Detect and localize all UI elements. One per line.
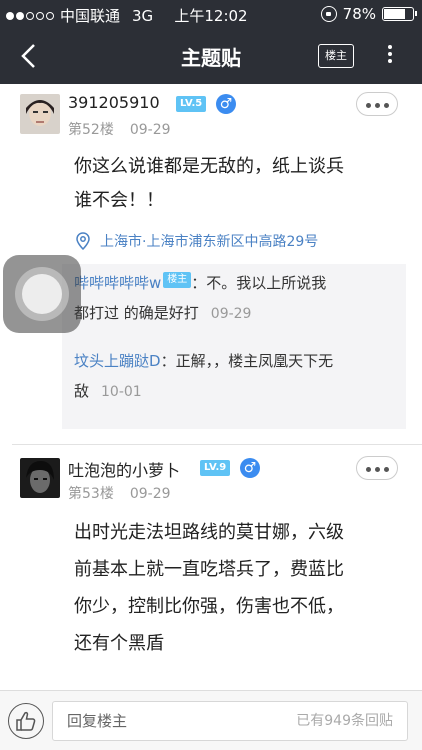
op-only-button[interactable]: 楼主 [318,44,354,68]
status-right: 78% [320,5,417,23]
op-tag: 楼主 [163,272,192,288]
location-text: 上海市·上海市浦东新区中高路29号 [100,234,319,250]
sub-reply-author[interactable]: 坟头上蹦跶D [74,352,161,370]
floor-number: 第53楼 [68,486,114,502]
post-body: 你这么说谁都是无敌的，纸上谈兵 谁不会！！ [74,150,414,218]
sub-reply-text: 敌 [74,382,90,400]
username[interactable]: 391205910 [68,93,160,112]
battery-icon [382,7,417,21]
sub-reply-date: 09-29 [210,306,252,322]
level-badge: LV.5 [176,96,207,112]
sub-replies: 哔哔哔哔哔w 楼主 ：不。我以上所说我 都打过 的确是好打 09-29 坟头上蹦跶D：… [62,264,406,429]
thread-content[interactable]: 391205910 LV.5 ♂ 第52楼 09-29 你这么说谁都是无敌的，纸上… [0,84,422,690]
post-more-button[interactable] [356,456,398,480]
post-body-line: 谁不会！！ [74,190,164,211]
post-body-line: 你这么说谁都是无敌的，纸上谈兵 [74,156,344,177]
status-bar: 中国联通 3G 上午12:02 78% [0,0,422,28]
sub-reply-text: ：不。我以上所说我 [191,274,327,292]
more-options-icon[interactable] [380,42,400,72]
reply-placeholder: 回复楼主 [67,712,128,730]
level-badge: LV.9 [200,460,231,476]
post-body-line: 还有个黑盾 [74,633,164,654]
post-body: 出时光走法坦路线的莫甘娜，六级 前基本上就一直吃塔兵了，费蓝比 你少，控制比你强… [74,514,414,662]
reply-input[interactable]: 回复楼主 已有949条回贴 [52,701,408,741]
like-button[interactable] [8,703,44,739]
post-body-line: 前基本上就一直吃塔兵了，费蓝比 [74,559,344,580]
sub-reply[interactable]: 坟头上蹦跶D：正解，，楼主凤凰天下无 敌 10-01 [74,346,404,407]
divider [12,444,422,445]
username[interactable]: 吐泡泡的小萝卜 [68,457,180,481]
sub-reply[interactable]: 哔哔哔哔哔w 楼主 ：不。我以上所说我 都打过 的确是好打 09-29 [74,268,404,329]
avatar[interactable] [20,458,60,498]
page-title: 主题贴 [181,46,241,70]
bottom-bar: 回复楼主 已有949条回贴 [0,690,422,750]
sub-reply-author[interactable]: 哔哔哔哔哔w [74,274,161,292]
sub-reply-text: 都打过 的确是好打 [74,304,199,322]
post-floor-53: 吐泡泡的小萝卜 LV.9 ♂ 第53楼 09-29 出时光走法坦路线的莫甘娜，六级… [0,450,422,690]
sub-reply-text: ：正解，，楼主凤凰天下无 [160,352,334,370]
avatar[interactable] [20,94,60,134]
post-more-button[interactable] [356,92,398,116]
floor-meta: 第52楼 09-29 [68,119,171,139]
floor-number: 第52楼 [68,122,114,138]
location[interactable]: 上海市·上海市浦东新区中高路29号 [76,231,318,251]
battery-percent: 78% [342,5,376,23]
post-body-line: 出时光走法坦路线的莫甘娜，六级 [74,522,344,543]
male-icon: ♂ [240,458,260,478]
rotation-lock-icon [320,6,337,22]
location-pin-icon [76,232,90,250]
sub-reply-date: 10-01 [101,384,142,400]
thumbs-up-icon [16,711,36,731]
nav-bar: 主题贴 楼主 [0,28,422,84]
male-icon: ♂ [216,94,236,114]
reply-count: 已有949条回贴 [296,713,393,729]
floor-meta: 第53楼 09-29 [68,483,171,503]
assistive-touch-button[interactable] [3,255,81,333]
post-date: 09-29 [129,486,171,502]
post-date: 09-29 [129,122,171,138]
post-body-line: 你少，控制比你强，伤害也不低， [74,596,344,617]
